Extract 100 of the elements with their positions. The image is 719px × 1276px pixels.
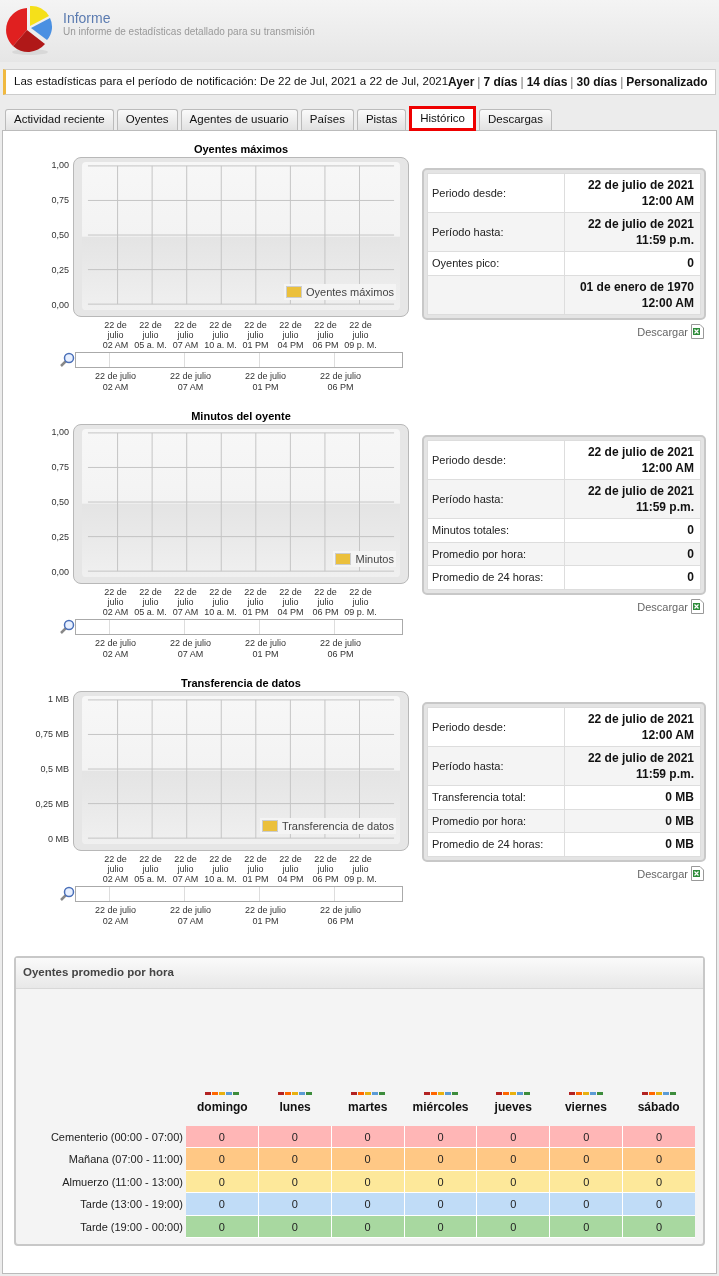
y-axis-label: 0,75 bbox=[51, 195, 69, 205]
navigator-label: 22 de julio 06 PM bbox=[318, 905, 362, 927]
x-axis-label: 22 de julio 02 AM bbox=[101, 320, 130, 350]
x-axis-label: 22 de julio 10 a. M. bbox=[203, 854, 238, 884]
x-axis-label: 22 de julio 10 a. M. bbox=[203, 587, 238, 617]
x-axis-label: 22 de julio 01 PM bbox=[241, 320, 270, 350]
magnifier-icon[interactable] bbox=[59, 886, 75, 902]
y-axis-label: 0,5 MB bbox=[40, 764, 69, 774]
y-axis-label: 0,75 bbox=[51, 462, 69, 472]
navigator-label: 22 de julio 07 AM bbox=[168, 638, 212, 660]
x-axis-label: 22 de julio 04 PM bbox=[276, 320, 305, 350]
period-link[interactable]: 30 días bbox=[576, 73, 618, 91]
y-axis-label: 0,00 bbox=[51, 300, 69, 310]
stat-value: 22 de julio de 2021 bbox=[587, 750, 694, 766]
day-header: sábado bbox=[637, 1098, 680, 1116]
table-cell: 0 bbox=[258, 1193, 332, 1215]
stat-value: 12:00 AM bbox=[641, 193, 694, 209]
table-cell: 0 bbox=[258, 1170, 332, 1192]
period-text: Las estadísticas para el período de notificación: De 22 de Jul, 2021 a 22 de Jul, 2021 bbox=[14, 74, 449, 88]
stat-value: 22 de julio de 2021 bbox=[587, 483, 694, 499]
stat-label: Período hasta: bbox=[432, 491, 504, 507]
table-cell: 0 bbox=[550, 1170, 624, 1192]
x-axis-label: 22 de julio 01 PM bbox=[241, 587, 270, 617]
period-link[interactable]: 14 días bbox=[526, 73, 568, 91]
stat-value: 22 de julio de 2021 bbox=[587, 216, 694, 232]
row-label: Tarde (19:00 - 00:00) bbox=[79, 1219, 184, 1235]
tab[interactable]: Oyentes bbox=[116, 109, 178, 130]
magnifier-icon[interactable] bbox=[59, 619, 75, 635]
tab[interactable]: Agentes de usuario bbox=[180, 109, 298, 130]
navigator-label: 22 de julio 01 PM bbox=[243, 371, 287, 393]
stat-label: Promedio de 24 horas: bbox=[432, 570, 544, 585]
stat-value: 11:59 p.m. bbox=[635, 232, 694, 248]
tab[interactable]: Histórico bbox=[409, 106, 476, 131]
period-link[interactable]: Ayer bbox=[448, 73, 475, 91]
x-axis-label: 22 de julio 09 p. M. bbox=[343, 320, 378, 350]
x-axis-label: 22 de julio 06 PM bbox=[311, 320, 340, 350]
x-axis-label: 22 de julio 01 PM bbox=[241, 854, 270, 884]
navigator-label: 22 de julio 01 PM bbox=[243, 905, 287, 927]
legend-label: Oyentes máximos bbox=[305, 284, 394, 300]
y-axis-label: 0,25 MB bbox=[35, 799, 69, 809]
tab[interactable]: Descargas bbox=[478, 109, 552, 130]
stat-value: 0 MB bbox=[665, 812, 694, 829]
stat-value: 0 MB bbox=[665, 836, 694, 852]
color-key-icon bbox=[278, 1091, 313, 1095]
page-subtitle: Un informe de estadísticas detallado para su transmisión bbox=[63, 26, 315, 37]
day-header: lunes bbox=[279, 1098, 311, 1116]
page-title: Informe bbox=[63, 11, 112, 26]
stat-value: 22 de julio de 2021 bbox=[587, 444, 694, 460]
period-link[interactable]: 7 días bbox=[483, 73, 518, 91]
stat-label: Promedio por hora: bbox=[432, 546, 527, 562]
spreadsheet-icon bbox=[691, 599, 704, 615]
x-axis-label: 22 de julio 06 PM bbox=[311, 587, 340, 617]
chart-title: Oyentes máximos bbox=[192, 142, 290, 157]
table-cell: 0 bbox=[258, 1215, 332, 1237]
stat-value: 01 de enero de 1970 bbox=[579, 278, 694, 295]
tab[interactable]: Actividad reciente bbox=[5, 109, 114, 130]
color-key-icon bbox=[423, 1091, 458, 1095]
navigator-label: 22 de julio 07 AM bbox=[168, 371, 212, 393]
x-axis-label: 22 de julio 10 a. M. bbox=[203, 320, 238, 350]
y-axis-label: 0,25 bbox=[51, 532, 69, 542]
table-cell: 0 bbox=[331, 1148, 405, 1170]
magnifier-icon[interactable] bbox=[59, 352, 75, 368]
download-link[interactable]: Descargar bbox=[637, 323, 704, 340]
table-cell: 0 bbox=[477, 1148, 551, 1170]
stat-label: Periodo desde: bbox=[432, 452, 506, 468]
x-axis-label: 22 de julio 04 PM bbox=[276, 587, 305, 617]
navigator-label: 22 de julio 02 AM bbox=[93, 638, 137, 660]
table-cell: 0 bbox=[550, 1193, 624, 1215]
stat-value: 0 bbox=[687, 255, 694, 271]
legend-label: Minutos bbox=[355, 551, 394, 567]
stat-value: 11:59 p.m. bbox=[635, 766, 694, 782]
table-cell: 0 bbox=[477, 1215, 551, 1237]
tab[interactable]: Pistas bbox=[356, 109, 407, 130]
link-separator: | bbox=[477, 74, 481, 91]
download-link[interactable]: Descargar bbox=[637, 598, 704, 615]
table-cell: 0 bbox=[550, 1125, 624, 1147]
table-cell: 0 bbox=[404, 1125, 478, 1147]
stat-value: 0 bbox=[687, 522, 694, 538]
y-axis-label: 0,50 bbox=[51, 230, 69, 240]
row-label: Mañana (07:00 - 11:00) bbox=[67, 1152, 184, 1167]
tab[interactable]: Países bbox=[300, 109, 354, 130]
legend-label: Transferencia de datos bbox=[281, 818, 394, 834]
stat-value: 0 bbox=[687, 545, 694, 562]
table-cell: 0 bbox=[331, 1215, 405, 1237]
table-cell: 0 bbox=[186, 1170, 259, 1192]
table-cell: 0 bbox=[186, 1125, 259, 1147]
row-label: Almuerzo (11:00 - 13:00) bbox=[61, 1174, 184, 1190]
x-axis-label: 22 de julio 06 PM bbox=[311, 854, 340, 884]
download-link[interactable]: Descargar bbox=[637, 865, 704, 882]
x-axis-label: 22 de julio 04 PM bbox=[276, 854, 305, 884]
period-link[interactable]: Personalizado bbox=[626, 73, 708, 91]
day-header: viernes bbox=[564, 1098, 607, 1116]
y-axis-label: 1,00 bbox=[51, 427, 69, 437]
link-separator: | bbox=[520, 74, 524, 91]
y-axis-label: 0,25 bbox=[51, 265, 69, 275]
table-cell: 0 bbox=[186, 1193, 259, 1215]
stat-value: 0 MB bbox=[665, 789, 694, 805]
spreadsheet-icon bbox=[691, 324, 704, 340]
stat-value: 12:00 AM bbox=[641, 460, 694, 476]
panel-title: Oyentes promedio por hora bbox=[23, 965, 174, 981]
